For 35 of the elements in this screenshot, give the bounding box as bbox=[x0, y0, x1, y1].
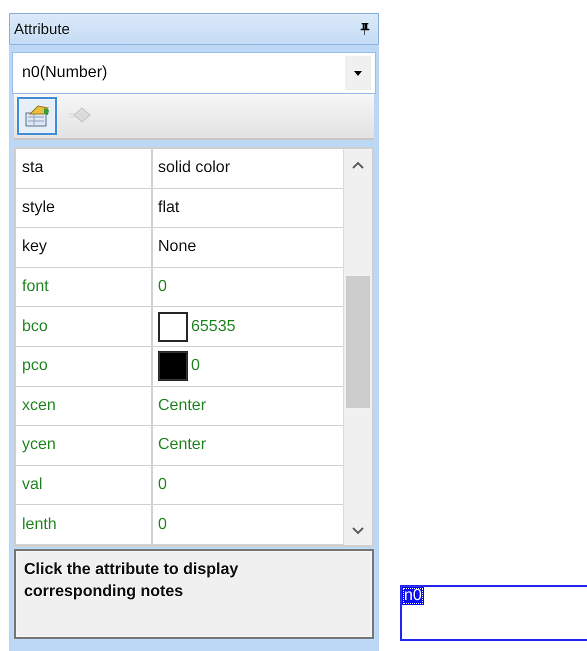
property-value[interactable]: Center bbox=[153, 386, 343, 426]
property-value[interactable]: flat bbox=[153, 188, 343, 228]
property-name[interactable]: lenth bbox=[16, 505, 153, 544]
property-name[interactable]: key bbox=[16, 228, 153, 267]
number-component[interactable]: n0 bbox=[400, 585, 587, 641]
scroll-down-icon bbox=[352, 527, 364, 535]
property-name[interactable]: font bbox=[16, 268, 153, 306]
scroll-up-icon bbox=[352, 161, 364, 169]
property-name[interactable]: val bbox=[16, 466, 153, 504]
component-label: n0 bbox=[402, 587, 424, 605]
property-value[interactable]: None bbox=[153, 228, 343, 267]
property-value[interactable]: 0 bbox=[153, 268, 343, 306]
property-name[interactable]: ycen bbox=[16, 426, 153, 465]
property-name[interactable]: bco bbox=[16, 307, 153, 346]
property-value[interactable]: 65535 bbox=[191, 318, 236, 336]
properties-icon bbox=[24, 104, 50, 128]
caret-icon bbox=[354, 70, 362, 76]
property-value[interactable]: 0 bbox=[153, 505, 343, 544]
property-value[interactable]: solid color bbox=[153, 149, 343, 188]
object-dropdown[interactable]: n0(Number) bbox=[12, 52, 376, 94]
property-value[interactable]: 0 bbox=[191, 357, 200, 376]
scrollbar-thumb[interactable] bbox=[346, 276, 370, 408]
pin-icon[interactable] bbox=[360, 23, 370, 35]
panel-title: Attribute bbox=[14, 20, 70, 38]
property-name[interactable]: sta bbox=[16, 149, 153, 188]
dropdown-arrow-button[interactable] bbox=[345, 56, 371, 90]
property-value[interactable]: Center bbox=[153, 426, 343, 465]
property-name[interactable]: style bbox=[16, 188, 153, 228]
property-value[interactable]: 0 bbox=[153, 466, 343, 504]
toolbar-button[interactable] bbox=[17, 97, 57, 135]
scrollbar[interactable] bbox=[343, 149, 372, 545]
property-name[interactable]: xcen bbox=[16, 386, 153, 426]
property-name[interactable]: pco bbox=[16, 346, 153, 386]
description-text: Click the attribute to display corresponding notes bbox=[14, 549, 374, 639]
dropdown-value: n0(Number) bbox=[22, 64, 108, 82]
